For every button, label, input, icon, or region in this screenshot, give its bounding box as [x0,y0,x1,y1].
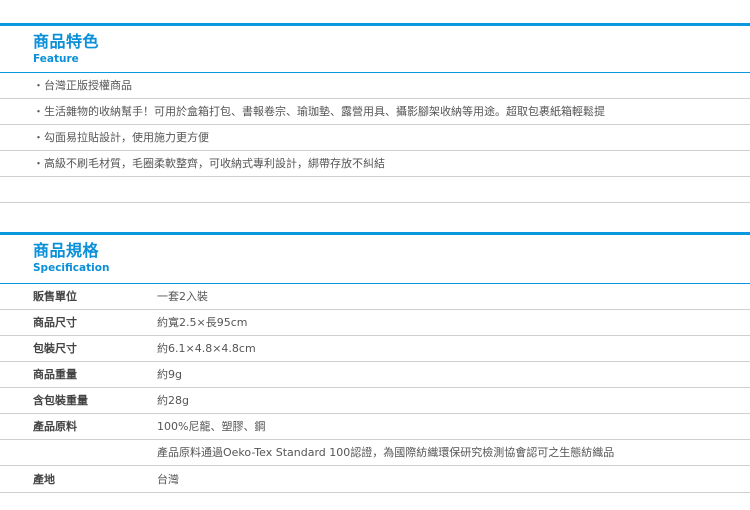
spec-subtitle: Specification [33,262,110,274]
feature-item: ・高級不刷毛材質，毛圈柔軟整齊，可收納式專利設計，綁帶存放不糾結 [0,151,750,177]
spec-value: 約寬2.5×長95cm [157,316,248,329]
feature-item: ・生活雜物的收納幫手！可用於盒箱打包、書報卷宗、瑜珈墊、露營用具、攝影腳架收納等… [0,99,750,125]
feature-item-text: ・台灣正版授權商品 [33,79,132,92]
feature-title: 商品特色 [33,32,100,51]
feature-item: ・勾面易拉貼設計，使用施力更方便 [0,125,750,151]
spec-row: 販售單位 一套2入裝 [0,284,750,310]
feature-item [0,177,750,203]
spec-value: 一套2入裝 [157,290,208,303]
spec-value: 台灣 [157,473,179,486]
spec-row: 含包裝重量 約28g [0,388,750,414]
feature-item-text: ・高級不刷毛材質，毛圈柔軟整齊，可收納式專利設計，綁帶存放不糾結 [33,157,385,170]
feature-item: ・台灣正版授權商品 [0,73,750,99]
spec-value: 約9g [157,368,182,381]
spec-value: 約6.1×4.8×4.8cm [157,342,256,355]
spec-label: 包裝尺寸 [33,342,77,355]
spec-value: 100%尼龍、塑膠、鋼 [157,420,266,433]
spec-top-bar [0,232,750,235]
spec-row: 商品尺寸 約寬2.5×長95cm [0,310,750,336]
spec-label: 產品原料 [33,420,77,433]
spec-row: 產品原料 100%尼龍、塑膠、鋼 [0,414,750,440]
spec-label: 商品重量 [33,368,77,381]
feature-item-text: ・生活雜物的收納幫手！可用於盒箱打包、書報卷宗、瑜珈墊、露營用具、攝影腳架收納等… [33,105,605,118]
spec-row: 產地 台灣 [0,467,750,493]
spec-value: 產品原料通過Oeko-Tex Standard 100認證，為國際紡織環保研究檢… [157,446,615,459]
spec-label: 產地 [33,473,55,486]
spec-row: 商品重量 約9g [0,362,750,388]
feature-item-text: ・勾面易拉貼設計，使用施力更方便 [33,131,209,144]
spec-label: 商品尺寸 [33,316,77,329]
feature-top-bar [0,23,750,26]
spec-value: 約28g [157,394,189,407]
spec-label: 含包裝重量 [33,394,88,407]
spec-title: 商品規格 [33,241,100,260]
spec-label: 販售單位 [33,290,77,303]
feature-subtitle: Feature [33,53,79,65]
spec-row: 包裝尺寸 約6.1×4.8×4.8cm [0,336,750,362]
spec-row: 產品原料通過Oeko-Tex Standard 100認證，為國際紡織環保研究檢… [0,440,750,466]
